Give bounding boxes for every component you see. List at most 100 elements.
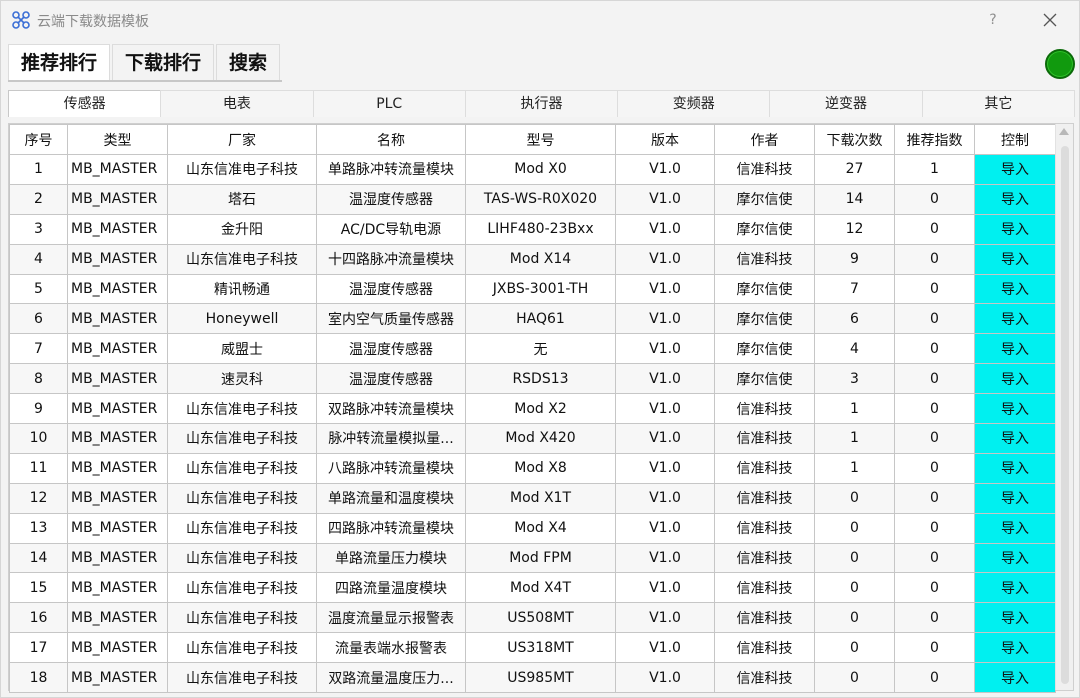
table-row[interactable]: 9 MB_MASTER 山东信准电子科技 双路脉冲转流量模块 Mod X2 V1.0 信准科…	[9, 393, 1056, 425]
close-button[interactable]	[1037, 8, 1063, 32]
table-row[interactable]: 8 MB_MASTER 速灵科 温湿度传感器 RSDS13 V1.0 摩尔信使 3 0 导入	[9, 363, 1056, 395]
column-header[interactable]: 下载次数	[814, 124, 895, 155]
column-header[interactable]: 控制	[974, 124, 1056, 155]
tab-download-ranking[interactable]: 下载排行	[112, 44, 215, 80]
cell-download-count: 12	[814, 213, 895, 245]
import-button[interactable]: 导入	[974, 303, 1056, 335]
cell-name: 八路脉冲转流量模块	[316, 452, 466, 484]
cell-author: 摩尔信使	[714, 333, 815, 365]
column-header[interactable]: 作者	[714, 124, 815, 155]
tab-inverter-drive[interactable]: 变频器	[617, 90, 771, 117]
import-button[interactable]: 导入	[974, 423, 1056, 454]
cell-model: Mod X14	[465, 243, 616, 275]
table-row[interactable]: 18 MB_MASTER 山东信准电子科技 双路流量温度压力... US985MT V1.…	[9, 662, 1056, 694]
table-row[interactable]: 1 MB_MASTER 山东信准电子科技 单路脉冲转流量模块 Mod X0 V1.0 信准科…	[9, 154, 1056, 185]
help-button[interactable]: ?	[981, 9, 1005, 31]
tab-inverter[interactable]: 逆变器	[769, 90, 923, 117]
import-button[interactable]: 导入	[974, 393, 1056, 425]
cell-name: 十四路脉冲流量模块	[316, 243, 466, 275]
import-button[interactable]: 导入	[974, 482, 1056, 514]
column-header[interactable]: 序号	[9, 124, 68, 155]
tab-recommend-ranking[interactable]: 推荐排行	[8, 44, 111, 80]
row-index: 11	[9, 452, 68, 484]
cell-type: MB_MASTER	[67, 333, 168, 365]
cell-download-count: 1	[814, 452, 895, 484]
cell-version: V1.0	[615, 183, 715, 215]
import-button[interactable]: 导入	[974, 542, 1056, 574]
import-button[interactable]: 导入	[974, 452, 1056, 484]
cell-author: 信准科技	[714, 632, 815, 664]
cell-manufacturer: 威盟士	[167, 333, 317, 365]
cell-manufacturer: 山东信准电子科技	[167, 482, 317, 514]
import-button[interactable]: 导入	[974, 183, 1056, 215]
tab-meter[interactable]: 电表	[160, 90, 314, 117]
import-button[interactable]: 导入	[974, 213, 1056, 245]
import-button[interactable]: 导入	[974, 632, 1056, 664]
cell-type: MB_MASTER	[67, 572, 168, 604]
cell-model: US318MT	[465, 632, 616, 664]
tab-plc[interactable]: PLC	[312, 90, 466, 117]
cell-name: AC/DC导轨电源	[316, 213, 466, 245]
tab-sensor[interactable]: 传感器	[8, 90, 162, 117]
import-button[interactable]: 导入	[974, 662, 1056, 694]
import-button[interactable]: 导入	[974, 243, 1056, 275]
cell-download-count: 9	[814, 243, 895, 275]
vertical-scrollbar[interactable]	[1055, 124, 1073, 690]
tab-other[interactable]: 其它	[921, 90, 1075, 117]
cell-type: MB_MASTER	[67, 303, 168, 335]
import-button[interactable]: 导入	[974, 273, 1056, 305]
table-row[interactable]: 2 MB_MASTER 塔石 温湿度传感器 TAS-WS-R0X020 V1.0 摩尔信使 1…	[9, 183, 1056, 215]
scrollbar-thumb[interactable]	[1061, 146, 1069, 684]
table-row[interactable]: 6 MB_MASTER Honeywell 室内空气质量传感器 HAQ61 V1.0 摩尔信…	[9, 303, 1056, 335]
column-header[interactable]: 厂家	[167, 124, 317, 155]
template-table: 序号 类型 厂家 名称 型号 版本 作者 下载次数 推荐指数 控制 1 MB_MA…	[9, 124, 1056, 694]
row-index: 5	[9, 273, 68, 305]
table-row[interactable]: 4 MB_MASTER 山东信准电子科技 十四路脉冲流量模块 Mod X14 V1.0 信准…	[9, 243, 1056, 275]
cell-model: TAS-WS-R0X020	[465, 183, 616, 215]
cell-recommend-score: 0	[894, 243, 975, 275]
table-row[interactable]: 17 MB_MASTER 山东信准电子科技 流量表端水报警表 US318MT V1.0 信准…	[9, 632, 1056, 664]
cell-author: 信准科技	[714, 243, 815, 275]
column-header[interactable]: 型号	[465, 124, 616, 155]
import-button[interactable]: 导入	[974, 154, 1056, 185]
column-header[interactable]: 版本	[615, 124, 715, 155]
cell-recommend-score: 0	[894, 452, 975, 484]
tab-search[interactable]: 搜索	[216, 44, 281, 80]
table-row[interactable]: 7 MB_MASTER 威盟士 温湿度传感器无 V1.0 摩尔信使 4 0 导入	[9, 333, 1056, 365]
cell-version: V1.0	[615, 572, 715, 604]
scroll-up-arrow-icon[interactable]	[1059, 128, 1069, 135]
table-row[interactable]: 3 MB_MASTER 金升阳 AC/DC导轨电源 LIHF480-23Bxx V1.0 摩…	[9, 213, 1056, 245]
cell-name: 四路脉冲转流量模块	[316, 512, 466, 544]
row-index: 17	[9, 632, 68, 664]
cell-manufacturer: 塔石	[167, 183, 317, 215]
cell-version: V1.0	[615, 602, 715, 634]
cell-download-count: 0	[814, 602, 895, 634]
table-row[interactable]: 12 MB_MASTER 山东信准电子科技 单路流量和温度模块 Mod X1T V1.0 信…	[9, 482, 1056, 514]
import-button[interactable]: 导入	[974, 572, 1056, 604]
column-header[interactable]: 推荐指数	[894, 124, 975, 155]
row-index: 4	[9, 243, 68, 275]
cell-manufacturer: 山东信准电子科技	[167, 572, 317, 604]
table-row[interactable]: 5 MB_MASTER 精讯畅通 温湿度传感器 JXBS-3001-TH V1.0 摩尔信使…	[9, 273, 1056, 305]
table-row[interactable]: 13 MB_MASTER 山东信准电子科技 四路脉冲转流量模块 Mod X4 V1.0 信准…	[9, 512, 1056, 544]
table-row[interactable]: 10 MB_MASTER 山东信准电子科技 脉冲转流量模拟量... Mod X420 V1…	[9, 423, 1056, 454]
table-row[interactable]: 15 MB_MASTER 山东信准电子科技 四路流量温度模块 Mod X4T V1.0 信准…	[9, 572, 1056, 604]
cell-type: MB_MASTER	[67, 423, 168, 454]
import-button[interactable]: 导入	[974, 602, 1056, 634]
cell-recommend-score: 1	[894, 154, 975, 185]
column-header[interactable]: 名称	[316, 124, 466, 155]
cell-version: V1.0	[615, 243, 715, 275]
import-button[interactable]: 导入	[974, 512, 1056, 544]
cell-version: V1.0	[615, 542, 715, 574]
cell-manufacturer: 速灵科	[167, 363, 317, 395]
cell-type: MB_MASTER	[67, 452, 168, 484]
column-header[interactable]: 类型	[67, 124, 168, 155]
import-button[interactable]: 导入	[974, 333, 1056, 365]
import-button[interactable]: 导入	[974, 363, 1056, 395]
table-row[interactable]: 11 MB_MASTER 山东信准电子科技 八路脉冲转流量模块 Mod X8 V1.0 信准…	[9, 452, 1056, 484]
table-row[interactable]: 14 MB_MASTER 山东信准电子科技 单路流量压力模块 Mod FPM V1.0 信准…	[9, 542, 1056, 574]
table-row[interactable]: 16 MB_MASTER 山东信准电子科技 温度流量显示报警表 US508MT V1.0 信…	[9, 602, 1056, 634]
tab-actuator[interactable]: 执行器	[464, 90, 619, 117]
cell-author: 摩尔信使	[714, 303, 815, 335]
cell-manufacturer: 精讯畅通	[167, 273, 317, 305]
